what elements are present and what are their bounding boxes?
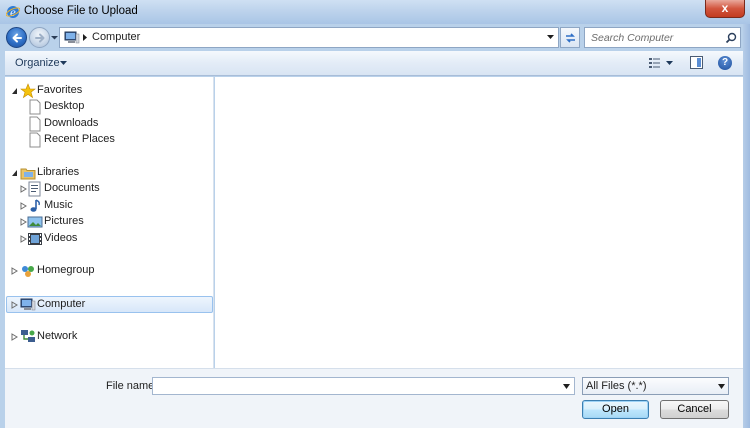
chevron-down-icon — [718, 384, 725, 389]
back-arrow-icon — [12, 33, 22, 43]
collapsed-arrow-icon[interactable] — [11, 333, 18, 341]
tree-item-desktop[interactable]: Desktop — [27, 99, 207, 115]
collapsed-arrow-icon[interactable] — [20, 235, 27, 243]
libraries-icon — [20, 168, 36, 180]
collapsed-arrow-icon[interactable] — [11, 267, 18, 275]
refresh-icon — [566, 33, 575, 43]
chevron-down-icon[interactable] — [60, 61, 67, 65]
file-name-label: File name: — [106, 380, 158, 392]
forward-arrow-icon — [35, 33, 45, 43]
collapsed-arrow-icon[interactable] — [20, 202, 27, 210]
close-icon: x — [721, 1, 729, 15]
chevron-down-icon[interactable] — [546, 34, 555, 41]
folder-page-icon — [29, 116, 41, 132]
pictures-icon — [27, 216, 43, 228]
organize-button[interactable]: Organize — [15, 57, 60, 69]
command-bar: Organize ? — [5, 51, 743, 76]
tree-network[interactable]: Network — [7, 329, 207, 345]
tree-homegroup[interactable]: Homegroup — [7, 263, 207, 279]
computer-icon — [20, 298, 36, 311]
preview-pane-icon[interactable] — [690, 56, 703, 69]
chevron-right-icon[interactable] — [82, 33, 88, 42]
window-border — [743, 24, 750, 428]
file-type-filter-value: All Files (*.*) — [586, 380, 647, 392]
star-icon — [20, 83, 36, 99]
collapsed-arrow-icon[interactable] — [20, 185, 27, 193]
computer-icon — [64, 31, 80, 44]
address-bar[interactable]: Computer — [59, 27, 559, 48]
file-type-filter[interactable]: All Files (*.*) — [582, 377, 729, 395]
open-button[interactable]: Open — [582, 400, 649, 419]
collapsed-arrow-icon[interactable] — [11, 301, 18, 309]
search-placeholder: Search Computer — [591, 32, 674, 44]
tree-item-documents[interactable]: Documents — [17, 181, 207, 197]
tree-item-label: Videos — [44, 232, 78, 244]
network-icon — [21, 330, 35, 342]
search-box[interactable]: Search Computer — [584, 27, 741, 48]
tree-item-label: Pictures — [44, 215, 84, 227]
title-bar: e Choose File to Upload x — [0, 0, 750, 24]
documents-icon — [28, 181, 41, 197]
back-button[interactable] — [6, 27, 27, 48]
tree-libraries-label: Libraries — [37, 166, 80, 178]
file-name-input[interactable] — [152, 377, 575, 395]
search-icon[interactable] — [725, 32, 737, 44]
music-note-icon — [30, 199, 40, 212]
address-location: Computer — [92, 31, 141, 43]
tree-item-label: Recent Places — [44, 133, 115, 145]
tree-libraries[interactable]: Libraries — [7, 165, 207, 181]
window-title: Choose File to Upload — [24, 5, 138, 17]
tree-computer-label: Computer — [37, 298, 86, 310]
tree-computer[interactable]: Computer — [6, 296, 213, 313]
collapsed-arrow-icon[interactable] — [20, 218, 27, 226]
tree-favorites[interactable]: Favorites — [7, 83, 207, 99]
forward-button[interactable] — [29, 27, 50, 48]
expanded-arrow-icon[interactable] — [11, 169, 18, 177]
tree-item-videos[interactable]: Videos — [17, 231, 207, 247]
change-view-icon[interactable] — [648, 56, 662, 70]
homegroup-icon — [22, 266, 34, 277]
recent-pages-dropdown-icon[interactable] — [50, 33, 59, 42]
tree-network-label: Network — [37, 330, 78, 342]
tree-item-label: Music — [44, 199, 73, 211]
navigation-pane: Favorites Desktop Downloads Recent Place… — [5, 77, 214, 368]
tree-item-recent-places[interactable]: Recent Places — [27, 132, 207, 148]
tree-favorites-label: Favorites — [37, 84, 83, 96]
tree-item-pictures[interactable]: Pictures — [17, 214, 207, 230]
expanded-arrow-icon[interactable] — [11, 87, 18, 95]
videos-icon — [28, 233, 42, 245]
folder-page-icon — [29, 132, 41, 148]
views-dropdown-icon[interactable] — [666, 61, 673, 65]
close-button[interactable]: x — [705, 0, 745, 18]
tree-item-label: Desktop — [44, 100, 85, 112]
help-icon[interactable]: ? — [718, 56, 732, 70]
tree-homegroup-label: Homegroup — [37, 264, 95, 276]
tree-item-downloads[interactable]: Downloads — [27, 116, 207, 132]
cancel-button[interactable]: Cancel — [660, 400, 729, 419]
tree-item-music[interactable]: Music — [17, 198, 207, 214]
file-list-pane[interactable] — [215, 77, 743, 368]
tree-item-label: Documents — [44, 182, 100, 194]
file-name-dropdown-icon[interactable] — [563, 384, 570, 389]
file-selection-area: File name: All Files (*.*) Open Cancel — [5, 368, 743, 428]
refresh-button[interactable] — [560, 27, 580, 48]
internet-explorer-icon: e — [6, 6, 20, 19]
folder-page-icon — [29, 99, 41, 115]
tree-item-label: Downloads — [44, 117, 99, 129]
